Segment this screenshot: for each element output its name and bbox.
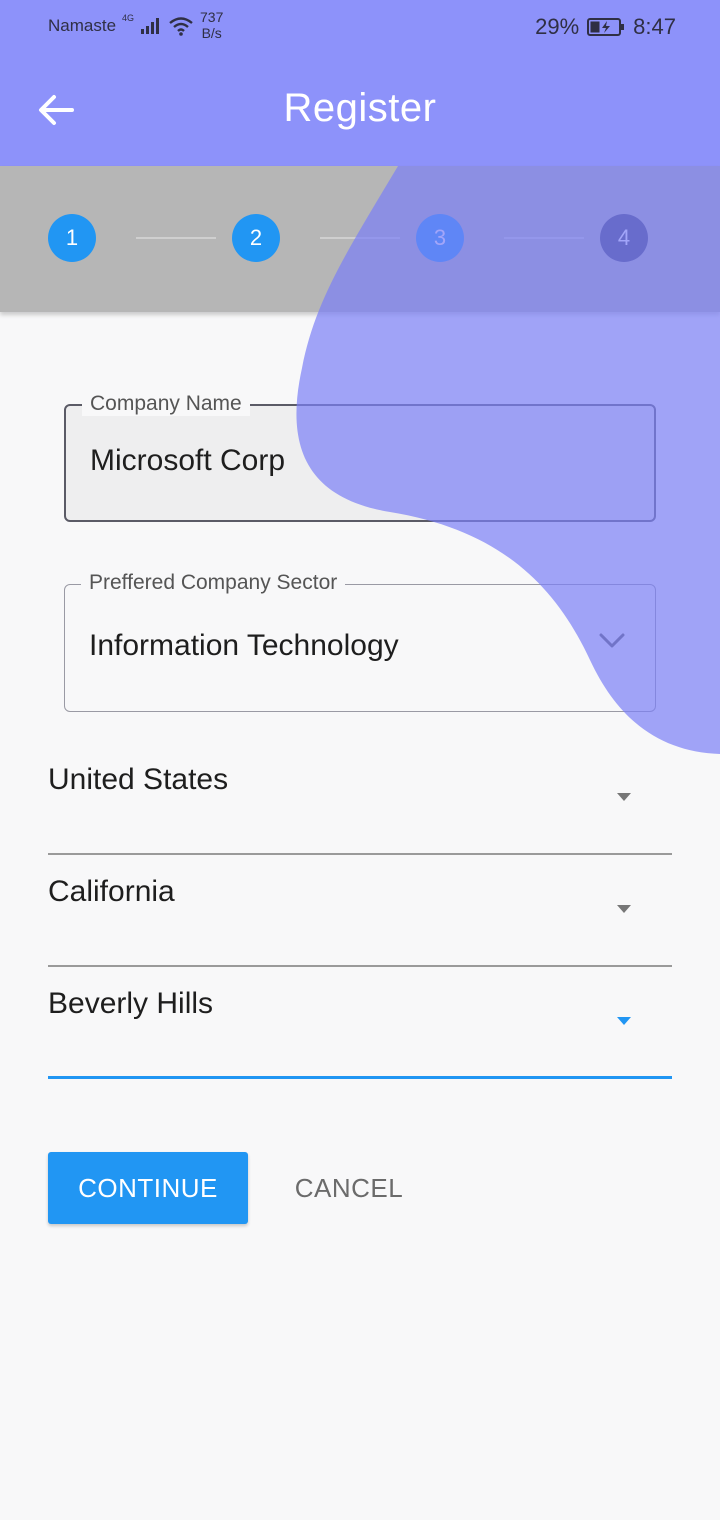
dropdown-arrow-icon — [616, 789, 632, 807]
dropdown-arrow-icon — [616, 901, 632, 919]
step-3[interactable]: 3 — [416, 214, 464, 262]
step-connector — [136, 237, 216, 239]
company-sector-select[interactable]: Preffered Company Sector Information Tec… — [64, 571, 656, 712]
country-dropdown[interactable]: United States — [48, 743, 672, 855]
status-left: Namaste 4G — [48, 13, 194, 36]
company-name-label: Company Name — [82, 392, 250, 416]
cancel-button[interactable]: CANCEL — [272, 1152, 426, 1224]
step-4[interactable]: 4 — [600, 214, 648, 262]
state-dropdown[interactable]: California — [48, 855, 672, 967]
network-speed-unit: B/s — [201, 25, 222, 41]
app-bar: Register — [0, 56, 720, 166]
city-value: Beverly Hills — [48, 987, 214, 1020]
company-name-value: Microsoft Corp — [90, 444, 286, 477]
country-value: United States — [48, 763, 229, 796]
step-1[interactable]: 1 — [48, 214, 96, 262]
clock-time: 8:47 — [633, 14, 676, 39]
dropdown-arrow-icon — [616, 1013, 632, 1031]
wifi-icon — [168, 16, 194, 36]
stepper: 1 2 3 4 — [0, 166, 720, 312]
signal-icon — [140, 17, 162, 35]
continue-button[interactable]: CONTINUE — [48, 1152, 248, 1224]
company-sector-value: Information Technology — [89, 629, 399, 662]
status-bar: Namaste 4G 737 B/s 29% 8:47 — [0, 0, 720, 56]
step-connector — [320, 237, 400, 239]
state-value: California — [48, 875, 175, 908]
network-type-badge: 4G — [122, 13, 135, 23]
step-connector — [504, 237, 584, 239]
network-speed: 737 B/s — [200, 9, 223, 41]
status-right: 29% 8:47 — [535, 14, 676, 40]
chevron-down-icon — [599, 633, 625, 654]
carrier-name: Namaste — [48, 16, 117, 35]
company-sector-label: Preffered Company Sector — [81, 571, 346, 595]
battery-percent: 29% — [535, 14, 580, 39]
network-speed-value: 737 — [200, 9, 224, 25]
page-title: Register — [283, 86, 437, 130]
step-2[interactable]: 2 — [232, 214, 280, 262]
company-name-field[interactable]: Company Name Microsoft Corp — [64, 392, 656, 522]
city-dropdown[interactable]: Beverly Hills — [48, 967, 672, 1079]
battery-charging-icon — [587, 17, 625, 37]
